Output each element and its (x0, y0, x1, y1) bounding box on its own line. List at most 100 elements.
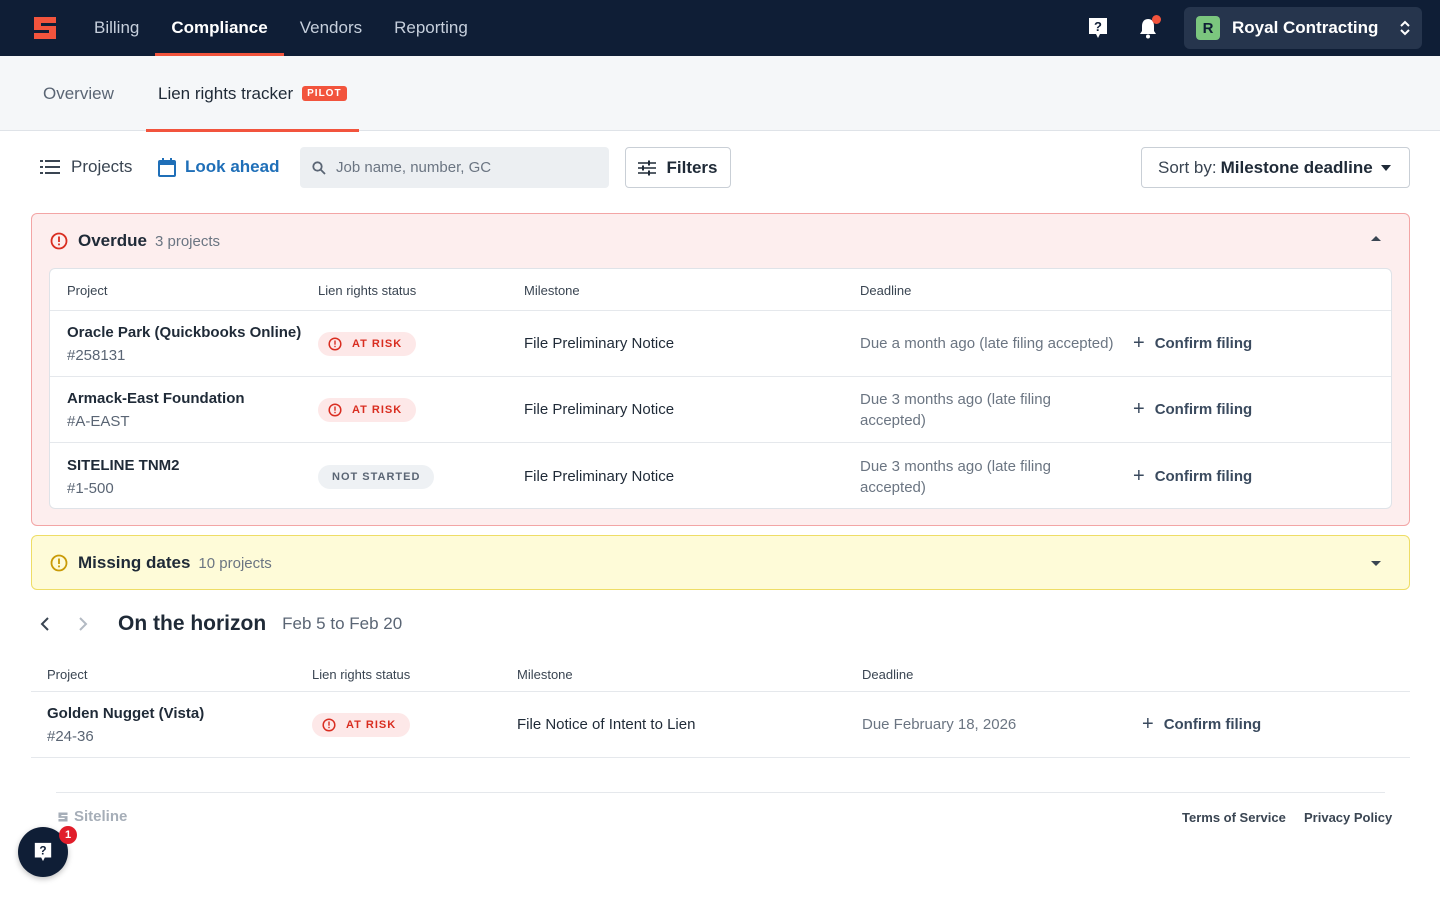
siteline-logo-icon (58, 811, 68, 822)
siteline-logo-icon[interactable] (28, 11, 62, 45)
project-cell: Armack-East Foundation #A-EAST (67, 377, 245, 442)
confirm-filing-button[interactable]: + Confirm filing (1133, 377, 1252, 442)
overdue-count: 3 projects (154, 232, 221, 250)
nav-vendors[interactable]: Vendors (284, 0, 378, 56)
missing-dates-section[interactable]: Missing dates 10 projects (31, 535, 1410, 590)
sort-dropdown[interactable]: Sort by: Milestone deadline (1141, 147, 1410, 188)
table-row[interactable]: SITELINE TNM2 #1-500 NOT STARTED File Pr… (50, 443, 1391, 508)
overdue-section: Overdue 3 projects Project Lien rights s… (31, 213, 1410, 526)
table-row[interactable]: Golden Nugget (Vista) #24-36 AT RISK Fil… (31, 692, 1410, 758)
status-badge: NOT STARTED (318, 464, 435, 489)
table-row[interactable]: Armack-East Foundation #A-EAST AT RISK F… (50, 377, 1391, 443)
footer-brand-name: Siteline (74, 808, 128, 825)
alert-circle-icon (328, 402, 342, 417)
project-name[interactable]: SITELINE TNM2 (67, 457, 180, 474)
horizon-table: Project Lien rights status Milestone Dea… (31, 656, 1410, 758)
search-icon (312, 160, 326, 175)
column-deadline: Deadline (860, 282, 912, 298)
chevron-right-icon[interactable] (78, 617, 88, 631)
missing-dates-count: 10 projects (198, 554, 272, 572)
chevron-left-icon[interactable] (40, 617, 50, 631)
look-ahead-view-button[interactable]: Look ahead (158, 147, 279, 187)
filters-button[interactable]: Filters (625, 147, 731, 188)
status-badge-label: AT RISK (346, 718, 397, 731)
alert-circle-icon (50, 232, 68, 250)
project-cell: Oracle Park (Quickbooks Online) #258131 (67, 311, 301, 376)
status-badge-label: NOT STARTED (332, 470, 421, 483)
search-input[interactable] (336, 159, 596, 176)
table-header: Project Lien rights status Milestone Dea… (50, 269, 1391, 311)
column-deadline: Deadline (862, 666, 914, 682)
privacy-policy-link[interactable]: Privacy Policy (1304, 810, 1392, 825)
column-status: Lien rights status (312, 666, 411, 682)
status-cell: AT RISK (312, 692, 411, 757)
confirm-filing-label: Confirm filing (1163, 716, 1262, 733)
nav-right-group: ? R Royal Contracting (1084, 0, 1422, 56)
milestone-cell: File Notice of Intent to Lien (517, 716, 696, 733)
dropdown-arrow-icon (1381, 165, 1391, 171)
collapse-caret-icon[interactable] (1371, 236, 1381, 241)
status-badge: AT RISK (318, 397, 417, 422)
project-number: #A-EAST (67, 412, 130, 430)
company-name: Royal Contracting (1232, 18, 1379, 37)
overdue-title: Overdue (78, 231, 147, 250)
search-field[interactable] (300, 147, 609, 188)
project-number: #1-500 (67, 479, 114, 497)
table-row[interactable]: Oracle Park (Quickbooks Online) #258131 … (50, 311, 1391, 377)
deadline-cell: Due a month ago (late filing accepted) (860, 335, 1114, 352)
company-avatar: R (1196, 16, 1220, 40)
nav-reporting[interactable]: Reporting (378, 0, 484, 56)
milestone-cell: File Preliminary Notice (524, 401, 675, 418)
notifications-bell-icon[interactable] (1134, 14, 1162, 42)
projects-view-label: Projects (71, 157, 133, 176)
column-project: Project (47, 666, 88, 682)
alert-circle-icon (328, 336, 342, 351)
status-cell: NOT STARTED (318, 443, 435, 508)
tab-overview-label: Overview (43, 83, 114, 103)
project-name[interactable]: Oracle Park (Quickbooks Online) (67, 324, 301, 341)
horizon-title: On the horizon (118, 612, 267, 635)
project-cell: SITELINE TNM2 #1-500 (67, 443, 180, 508)
sort-prefix: Sort by: (1158, 157, 1217, 177)
warning-circle-icon (50, 554, 68, 572)
projects-view-button[interactable]: Projects (40, 147, 132, 187)
svg-text:?: ? (39, 844, 46, 858)
status-badge: AT RISK (318, 331, 417, 356)
project-number: #24-36 (47, 727, 94, 745)
svg-text:?: ? (1094, 19, 1102, 34)
horizon-header: On the horizon Feb 5 to Feb 20 (40, 605, 402, 643)
milestone-cell: File Preliminary Notice (524, 468, 675, 485)
sub-tabs: Overview Lien rights tracker PILOT (0, 56, 1440, 132)
status-cell: AT RISK (318, 311, 417, 376)
status-badge-label: AT RISK (352, 337, 403, 350)
look-ahead-view-label: Look ahead (185, 157, 280, 176)
help-icon: ? (34, 842, 52, 862)
filter-sliders-icon (638, 160, 657, 175)
status-badge: AT RISK (312, 712, 411, 737)
overdue-header[interactable]: Overdue 3 projects (50, 214, 220, 268)
status-badge-label: AT RISK (352, 403, 403, 416)
project-number: #258131 (67, 346, 126, 364)
company-switcher[interactable]: R Royal Contracting (1184, 7, 1422, 49)
terms-of-service-link[interactable]: Terms of Service (1182, 810, 1286, 825)
missing-dates-title: Missing dates (78, 553, 191, 572)
confirm-filing-label: Confirm filing (1154, 335, 1253, 352)
tab-overview[interactable]: Overview (43, 56, 114, 131)
plus-icon: + (1133, 465, 1145, 487)
deadline-cell: Due 3 months ago (late filing accepted) (860, 390, 1051, 429)
nav-billing[interactable]: Billing (78, 0, 155, 56)
nav-compliance[interactable]: Compliance (155, 0, 285, 56)
missing-dates-header[interactable]: Missing dates 10 projects (50, 536, 272, 590)
top-navigation: Billing Compliance Vendors Reporting ? R… (0, 0, 1440, 56)
expand-caret-icon[interactable] (1371, 561, 1381, 566)
project-name[interactable]: Armack-East Foundation (67, 390, 245, 407)
project-name[interactable]: Golden Nugget (Vista) (47, 705, 204, 722)
confirm-filing-button[interactable]: + Confirm filing (1133, 443, 1252, 508)
help-icon[interactable]: ? (1084, 14, 1112, 42)
footer-brand: Siteline (56, 808, 127, 825)
footer-divider (56, 792, 1385, 793)
confirm-filing-button[interactable]: + Confirm filing (1133, 311, 1252, 376)
plus-icon: + (1133, 332, 1145, 354)
tab-lien-rights-tracker[interactable]: Lien rights tracker PILOT (146, 56, 359, 132)
confirm-filing-button[interactable]: + Confirm filing (1142, 692, 1261, 757)
